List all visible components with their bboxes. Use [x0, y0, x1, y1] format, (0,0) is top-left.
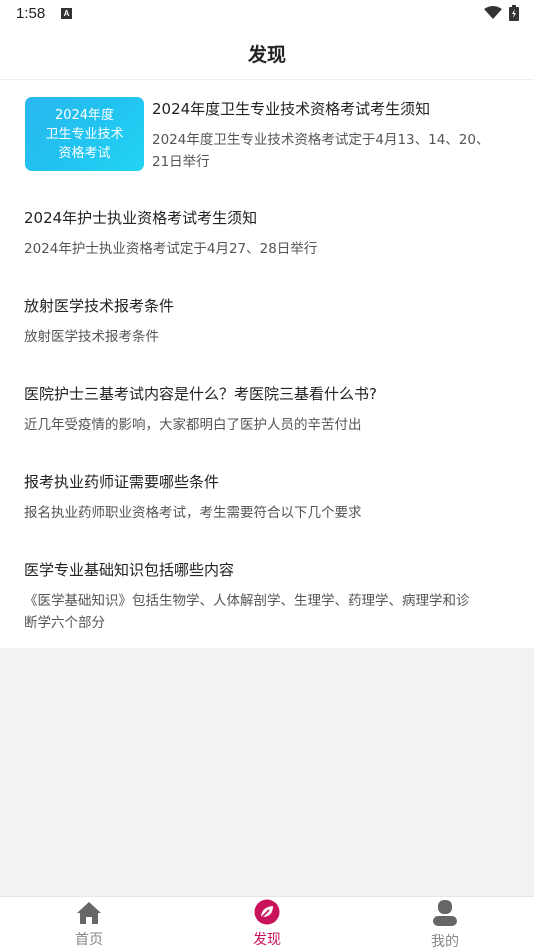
thumbnail-text: 2024年度 — [54, 107, 115, 123]
status-bar: 1:58 A — [0, 0, 534, 28]
article-item[interactable]: 2024年护士执业资格考试考生须知 2024年护士执业资格考试定于4月27、28… — [0, 192, 534, 280]
wifi-icon — [484, 6, 502, 19]
thumbnail-text: 卫生专业技术 — [45, 126, 124, 142]
article-title: 报考执业药师证需要哪些条件 — [24, 473, 220, 491]
tab-label: 我的 — [431, 934, 459, 950]
bottom-tab-bar: 首页 发现 我的 — [0, 896, 534, 950]
notification-icon: A — [61, 8, 72, 19]
status-time: 1:58 — [16, 5, 46, 22]
article-desc: 报名执业药师职业资格考试，考生需要符合以下几个要求 — [24, 505, 362, 521]
article-item[interactable]: 放射医学技术报考条件 放射医学技术报考条件 — [0, 280, 534, 368]
article-desc: 2024年度卫生专业技术资格考试定于4月13、14、20、 — [152, 132, 490, 148]
leaf-icon — [254, 899, 280, 925]
tab-discover[interactable]: 发现 — [178, 897, 356, 950]
battery-icon — [509, 5, 519, 21]
article-item[interactable]: 医学专业基础知识包括哪些内容 《医学基础知识》包括生物学、人体解剖学、生理学、药… — [0, 544, 534, 648]
article-title: 医学专业基础知识包括哪些内容 — [24, 561, 235, 579]
article-desc: 21日举行 — [152, 154, 210, 170]
article-desc: 《医学基础知识》包括生物学、人体解剖学、生理学、药理学、病理学和诊 — [24, 593, 470, 609]
article-desc: 2024年护士执业资格考试定于4月27、28日举行 — [24, 241, 318, 257]
article-desc: 近几年受疫情的影响，大家都明白了医护人员的辛苦付出 — [24, 417, 362, 433]
header: 发现 — [0, 28, 534, 80]
article-title: 2024年度卫生专业技术资格考试考生须知 — [152, 100, 431, 118]
article-item[interactable]: 报考执业药师证需要哪些条件 报名执业药师职业资格考试，考生需要符合以下几个要求 — [0, 456, 534, 544]
article-list: 2024年度 卫生专业技术 资格考试 2024年度卫生专业技术资格考试考生须知 … — [0, 80, 534, 648]
article-desc: 断学六个部分 — [24, 615, 105, 631]
article-item[interactable]: 医院护士三基考试内容是什么？考医院三基看什么书? 近几年受疫情的影响，大家都明白… — [0, 368, 534, 456]
article-title: 放射医学技术报考条件 — [24, 297, 175, 315]
home-icon — [77, 902, 101, 924]
article-thumbnail: 2024年度 卫生专业技术 资格考试 — [25, 97, 144, 171]
article-desc: 放射医学技术报考条件 — [24, 329, 159, 345]
article-item[interactable]: 2024年度 卫生专业技术 资格考试 2024年度卫生专业技术资格考试考生须知 … — [0, 80, 534, 192]
tab-label: 首页 — [75, 932, 103, 948]
tab-profile[interactable]: 我的 — [356, 897, 534, 950]
article-title: 2024年护士执业资格考试考生须知 — [24, 209, 258, 227]
tab-label: 发现 — [253, 932, 281, 948]
user-icon — [433, 900, 457, 926]
page-title: 发现 — [247, 44, 286, 66]
article-title: 医院护士三基考试内容是什么？考医院三基看什么书? — [24, 385, 377, 403]
tab-home[interactable]: 首页 — [0, 897, 178, 950]
thumbnail-text: 资格考试 — [58, 145, 111, 161]
